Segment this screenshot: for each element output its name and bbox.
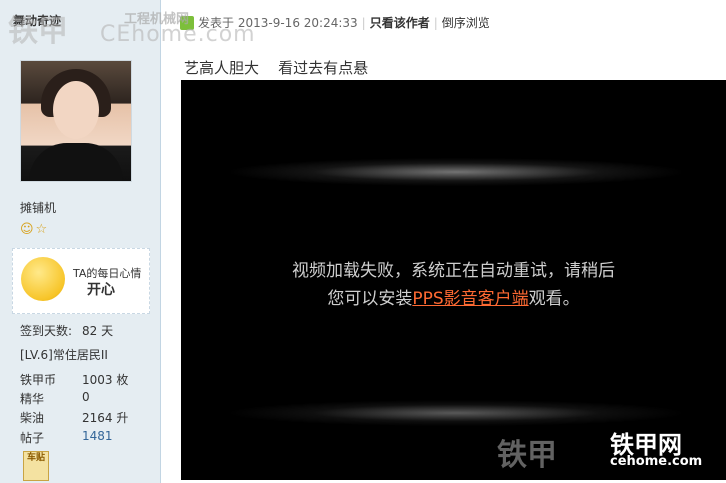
video-error-line2: 您可以安装PPS影音客户端观看。 <box>181 284 726 309</box>
post-info-bar: 发表于 2013-9-16 20:24:33 | 只看该作者 | 倒序浏览 <box>180 14 490 31</box>
avatar-body <box>29 143 123 181</box>
mood-value: 开心 <box>87 282 115 298</box>
stat-essence: 精华 0 <box>20 390 90 407</box>
stat-label: 柴油 <box>20 411 45 425</box>
video-glow-top <box>231 158 681 186</box>
medal-icons[interactable]: ☺☆ <box>20 222 49 237</box>
video-player[interactable]: 视频加载失败，系统正在自动重试，请稍后 您可以安装PPS影音客户端观看。 <box>181 80 726 480</box>
stat-value: 82 天 <box>82 324 114 338</box>
author-only-link[interactable]: 只看该作者 <box>370 16 430 30</box>
avatar-face <box>53 81 99 139</box>
stat-posts: 帖子 1481 <box>20 429 113 446</box>
posted-label: 发表于 <box>198 16 235 30</box>
stat-label: 精华 <box>20 392 45 406</box>
video-line2-prefix: 您可以安装 <box>327 289 413 309</box>
stat-value: 2164 升 <box>82 411 129 425</box>
video-error-line1: 视频加载失败，系统正在自动重试，请稍后 <box>292 261 615 281</box>
stat-value: 1003 枚 <box>82 373 129 387</box>
happy-face-icon <box>21 257 65 301</box>
stat-checkin-days: 签到天数: 82 天 <box>20 322 113 339</box>
rank-title[interactable]: 摊铺机 <box>20 199 56 216</box>
reverse-order-link[interactable]: 倒序浏览 <box>442 16 490 30</box>
separator: | <box>361 16 366 30</box>
stat-coins: 铁甲币 1003 枚 <box>20 371 128 388</box>
author-sidebar: 舞动奇迹 摊铺机 ☺☆ TA的每日心情 开心 签到天数: 82 天 [LV.6]… <box>0 0 161 483</box>
online-status-icon <box>180 16 194 30</box>
car-sticker-badge[interactable]: 车贴 <box>23 451 49 481</box>
pps-client-link[interactable]: PPS影音客户端 <box>412 289 528 309</box>
video-line2-suffix: 观看。 <box>528 289 580 309</box>
daily-mood-box: TA的每日心情 开心 <box>12 248 150 314</box>
separator: | <box>433 16 438 30</box>
video-glow-bottom <box>231 400 681 426</box>
stat-diesel: 柴油 2164 升 <box>20 409 128 426</box>
avatar[interactable] <box>20 60 132 182</box>
stat-value: 0 <box>82 390 90 404</box>
stat-label: 铁甲币 <box>20 373 57 387</box>
stat-value-link[interactable]: 1481 <box>82 429 113 443</box>
stat-label: 帖子 <box>20 431 45 445</box>
stat-label[interactable]: [LV.6]常住居民II <box>20 348 108 362</box>
stat-level[interactable]: [LV.6]常住居民II <box>20 346 108 363</box>
stat-label: 签到天数: <box>20 324 73 338</box>
post-timestamp: 2013-9-16 20:24:33 <box>237 16 358 30</box>
post-message: 艺高人胆大 看过去有点悬 <box>184 59 369 77</box>
author-username[interactable]: 舞动奇迹 <box>13 12 61 29</box>
